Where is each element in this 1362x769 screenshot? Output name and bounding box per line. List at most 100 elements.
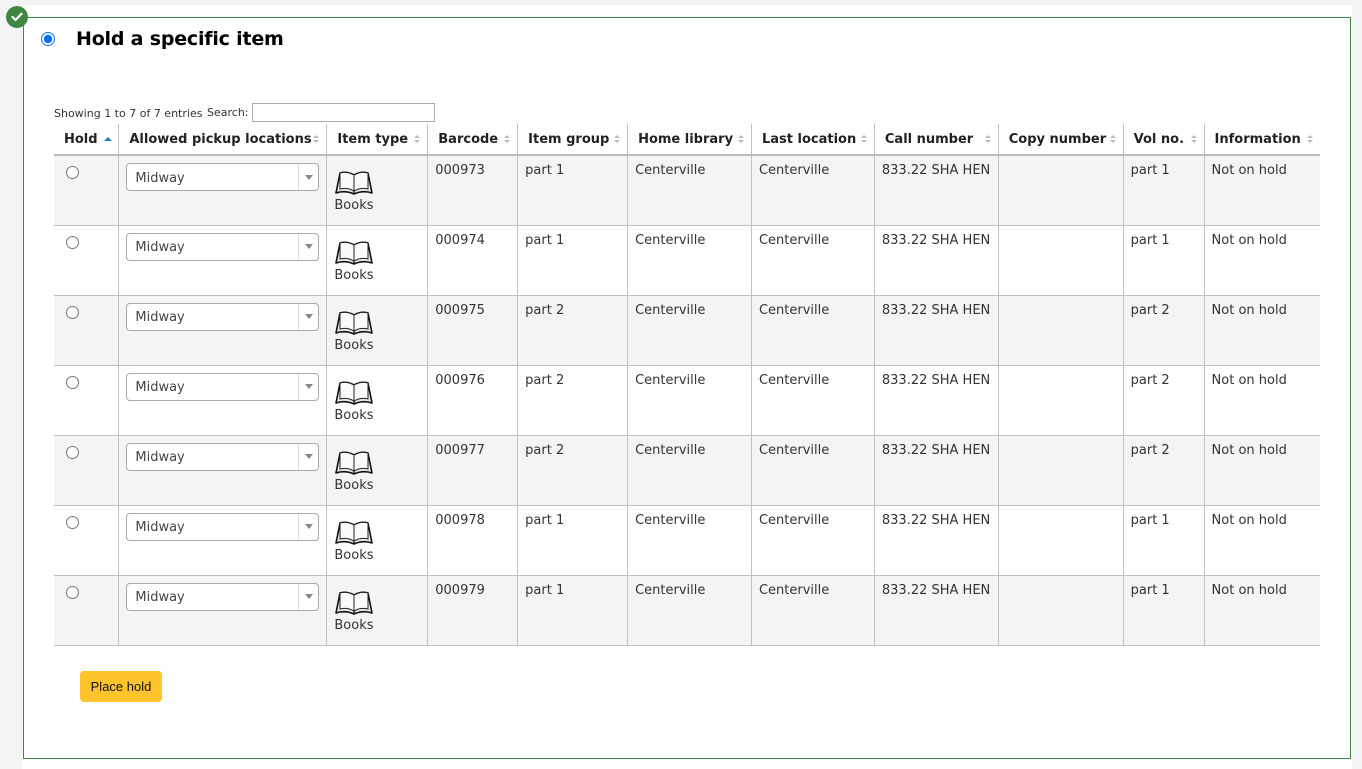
chevron-down-icon[interactable] xyxy=(298,233,318,260)
column-header-label: Information xyxy=(1214,131,1301,147)
cell-pickup: Midway xyxy=(118,575,327,646)
cell-lastloc: Centerville xyxy=(750,225,875,296)
cell-homelib: Centerville xyxy=(627,575,752,646)
section-header: Hold a specific item xyxy=(41,28,284,50)
hold-item-radio[interactable] xyxy=(66,445,79,459)
pickup-location-select[interactable]: Midway xyxy=(126,163,320,191)
item-type: Books xyxy=(334,513,420,563)
pickup-location-select[interactable]: Midway xyxy=(126,302,320,331)
cell-homelib: Centerville xyxy=(627,365,752,436)
hold-item-radio[interactable] xyxy=(66,515,79,529)
hold-item-radio[interactable] xyxy=(66,375,79,389)
cell-barcode: 000978 xyxy=(427,505,518,576)
hold-item-radio[interactable] xyxy=(66,305,79,319)
column-header-barcode[interactable]: Barcode xyxy=(427,124,518,156)
sort-icon xyxy=(860,135,867,143)
column-header-label: Copy number xyxy=(1008,131,1107,147)
table-row: Midway Books 000973 part 1 Centerville Center… xyxy=(54,155,1320,226)
chevron-down-icon[interactable] xyxy=(298,513,318,540)
column-header-copynum[interactable]: Copy number xyxy=(997,124,1124,156)
cell-homelib: Centerville xyxy=(627,225,752,296)
column-header-homelib[interactable]: Home library xyxy=(627,124,752,156)
item-type-label: Books xyxy=(334,198,374,213)
book-icon xyxy=(335,521,374,545)
cell-info: Not on hold xyxy=(1203,505,1320,576)
cell-lastloc: Centerville xyxy=(750,365,875,436)
item-type-label: Books xyxy=(334,617,374,633)
search-input[interactable] xyxy=(251,103,435,122)
item-type: Books xyxy=(334,303,420,353)
hold-item-radio[interactable] xyxy=(66,585,79,599)
pickup-location-select[interactable]: Midway xyxy=(126,512,320,541)
column-header-itemtype[interactable]: Item type xyxy=(326,124,428,156)
hold-item-radio[interactable] xyxy=(66,235,79,249)
chevron-down-icon[interactable] xyxy=(298,583,318,610)
cell-hold xyxy=(54,505,119,576)
cell-pickup: Midway xyxy=(118,505,327,576)
hold-specific-item-radio[interactable] xyxy=(41,32,55,46)
column-header-callnum[interactable]: Call number xyxy=(873,124,999,156)
cell-volno: part 1 xyxy=(1122,575,1205,646)
item-type-label: Books xyxy=(334,267,374,283)
pickup-location-value: Midway xyxy=(135,240,185,255)
cell-lastloc: Centerville xyxy=(750,505,875,576)
pickup-location-value: Midway xyxy=(135,450,185,465)
column-header-label: Last location xyxy=(761,131,857,147)
table-row: Midway Books 000975 part 2 Centerville Center… xyxy=(54,295,1320,366)
cell-volno: part 2 xyxy=(1122,295,1205,366)
cell-info: Not on hold xyxy=(1203,155,1320,226)
book-icon xyxy=(335,241,374,265)
column-header-info[interactable]: Information xyxy=(1203,124,1320,156)
column-header-lastloc[interactable]: Last location xyxy=(750,124,875,156)
cell-info: Not on hold xyxy=(1203,225,1320,296)
column-header-label: Call number xyxy=(884,131,974,147)
items-table: Hold Allowed pickup locations Item type Bar… xyxy=(54,124,1320,646)
search-label: Search: xyxy=(207,106,249,119)
cell-itemtype: Books xyxy=(326,225,428,296)
table-row: Midway Books 000978 part 1 Centerville Center… xyxy=(54,505,1320,576)
column-header-label: Home library xyxy=(638,131,734,147)
pickup-location-select[interactable]: Midway xyxy=(126,232,320,261)
column-header-itemgroup[interactable]: Item group xyxy=(517,124,628,156)
column-header-pickup[interactable]: Allowed pickup locations xyxy=(118,124,327,156)
cell-itemgroup: part 2 xyxy=(517,365,628,436)
chevron-down-icon[interactable] xyxy=(298,303,318,330)
cell-itemtype: Books xyxy=(326,295,428,366)
pickup-location-value: Midway xyxy=(135,380,185,395)
sort-icon xyxy=(737,135,744,143)
column-header-label: Vol no. xyxy=(1133,131,1185,147)
chevron-down-icon[interactable] xyxy=(298,443,318,470)
cell-hold xyxy=(54,435,119,506)
item-type: Books xyxy=(334,583,420,633)
column-header-label: Item group xyxy=(528,131,610,147)
item-type: Books xyxy=(334,163,420,213)
column-header-label: Barcode xyxy=(438,131,499,147)
cell-hold xyxy=(54,295,119,366)
pickup-location-select[interactable]: Midway xyxy=(126,372,320,401)
chevron-down-icon[interactable] xyxy=(298,373,318,400)
cell-copynum xyxy=(997,155,1124,226)
cell-itemtype: Books xyxy=(326,365,428,436)
cell-itemgroup: part 2 xyxy=(517,435,628,506)
cell-pickup: Midway xyxy=(118,365,327,436)
cell-itemgroup: part 1 xyxy=(517,575,628,646)
chevron-down-icon[interactable] xyxy=(298,164,318,190)
cell-hold xyxy=(54,225,119,296)
book-icon xyxy=(335,451,374,475)
cell-volno: part 2 xyxy=(1122,435,1205,506)
place-hold-button[interactable]: Place hold xyxy=(80,671,162,702)
column-header-hold[interactable]: Hold xyxy=(54,124,119,156)
hold-item-radio[interactable] xyxy=(66,166,79,179)
cell-copynum xyxy=(997,435,1124,506)
table-row: Midway Books 000974 part 1 Centerville Center… xyxy=(54,225,1320,296)
book-icon xyxy=(335,381,374,405)
cell-volno: part 1 xyxy=(1122,505,1205,576)
item-type: Books xyxy=(334,233,420,283)
cell-hold xyxy=(54,575,119,646)
cell-barcode: 000979 xyxy=(427,575,518,646)
column-header-volno[interactable]: Vol no. xyxy=(1122,124,1205,156)
pickup-location-select[interactable]: Midway xyxy=(126,582,320,611)
pickup-location-select[interactable]: Midway xyxy=(126,442,320,471)
table-search: Search: xyxy=(207,103,435,122)
cell-info: Not on hold xyxy=(1203,575,1320,646)
